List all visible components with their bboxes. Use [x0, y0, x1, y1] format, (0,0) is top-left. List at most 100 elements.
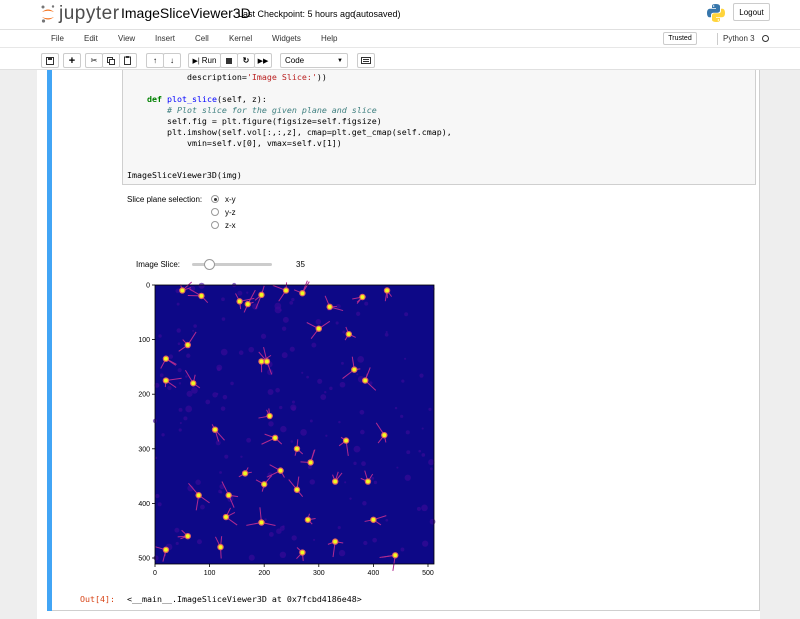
copy-icon: [107, 56, 115, 65]
texture-speck: [360, 429, 365, 435]
bright-cell: [180, 288, 185, 293]
texture-speck: [349, 497, 352, 500]
radio-zx[interactable]: [211, 221, 219, 229]
run-label: Run: [201, 56, 217, 65]
texture-speck: [291, 406, 297, 412]
menu-insert[interactable]: Insert: [155, 34, 175, 43]
texture-speck: [246, 291, 249, 294]
texture-speck: [248, 346, 255, 353]
texture-speck: [373, 480, 378, 485]
texture-speck: [178, 382, 182, 385]
interrupt-button[interactable]: [220, 53, 238, 68]
slice-slider-label: Image Slice:: [136, 260, 181, 269]
restart-button[interactable]: ↻: [237, 53, 255, 68]
texture-speck: [167, 385, 172, 391]
scissors-icon: ✂: [90, 56, 98, 65]
edit-group: ✂: [85, 53, 137, 68]
texture-speck: [192, 329, 195, 332]
move-down-button[interactable]: ↓: [163, 53, 181, 68]
logout-button[interactable]: Logout: [733, 3, 770, 21]
menu-widgets[interactable]: Widgets: [272, 34, 301, 43]
bright-cell: [344, 438, 349, 443]
insert-cell-button[interactable]: +: [63, 53, 81, 68]
copy-button[interactable]: [102, 53, 120, 68]
texture-speck: [179, 421, 182, 425]
menu-kernel[interactable]: Kernel: [229, 34, 252, 43]
bright-cell: [284, 288, 289, 293]
texture-speck: [394, 406, 398, 410]
bright-cell: [223, 515, 228, 520]
trusted-indicator[interactable]: Trusted: [663, 32, 697, 45]
texture-speck: [311, 342, 317, 348]
bright-cell: [191, 381, 196, 386]
restart-run-all-button[interactable]: ▶▶: [254, 53, 272, 68]
bright-cell: [262, 482, 267, 487]
texture-speck: [309, 419, 313, 423]
command-palette-button[interactable]: [357, 53, 375, 68]
code-line: vmin=self.v[0], vmax=self.v[1]): [186, 138, 342, 148]
texture-speck: [320, 394, 327, 400]
texture-speck: [221, 317, 226, 321]
texture-speck: [301, 371, 304, 374]
texture-speck: [268, 532, 274, 537]
menu-file[interactable]: File: [51, 34, 64, 43]
jupyter-logo[interactable]: jupyter: [40, 3, 120, 24]
run-button[interactable]: ▶| Run: [188, 53, 221, 68]
texture-speck: [356, 373, 359, 376]
bright-cell: [264, 359, 269, 364]
texture-speck: [372, 537, 378, 543]
paste-icon: [124, 56, 131, 65]
menu-edit[interactable]: Edit: [84, 34, 98, 43]
texture-speck: [317, 378, 323, 384]
bright-cell: [300, 291, 305, 296]
radio-xy[interactable]: [211, 195, 219, 203]
dropdown-caret-icon: ▼: [337, 57, 343, 64]
cut-button[interactable]: ✂: [85, 53, 103, 68]
code-line: plt.imshow(self.vol[:,:,z], cmap=plt.get…: [166, 127, 452, 137]
texture-speck: [280, 425, 287, 433]
texture-speck: [177, 342, 181, 346]
paste-button[interactable]: [119, 53, 137, 68]
texture-speck: [418, 449, 422, 453]
bright-cell: [278, 468, 283, 473]
menu-help[interactable]: Help: [321, 34, 337, 43]
cell-selection-bar: [47, 70, 52, 611]
slice-slider-handle[interactable]: [204, 259, 215, 270]
texture-speck: [359, 409, 365, 415]
texture-speck: [429, 518, 436, 525]
texture-speck: [267, 389, 274, 395]
move-up-button[interactable]: ↑: [146, 53, 164, 68]
texture-speck: [279, 551, 287, 559]
radio-yz[interactable]: [211, 208, 219, 216]
texture-speck: [268, 421, 274, 427]
texture-speck: [157, 502, 162, 507]
bright-cell: [365, 479, 370, 484]
texture-speck: [401, 379, 405, 383]
bright-cell: [163, 356, 168, 361]
slice-slider-value: 35: [296, 260, 305, 269]
bright-cell: [163, 547, 168, 552]
texture-speck: [176, 328, 181, 333]
code-line: self.fig = plt.figure(figsize=self.figsi…: [166, 116, 382, 126]
bright-cell: [382, 433, 387, 438]
texture-speck: [260, 333, 267, 339]
x-tick-label: 300: [313, 570, 325, 577]
texture-speck: [396, 466, 399, 469]
bright-cell: [346, 332, 351, 337]
bright-cell: [305, 517, 310, 522]
notebook-name[interactable]: ImageSliceViewer3D: [121, 5, 251, 21]
texture-speck: [289, 300, 294, 305]
menu-cell[interactable]: Cell: [195, 34, 209, 43]
menu-view[interactable]: View: [118, 34, 135, 43]
texture-speck: [178, 407, 183, 412]
cell-type-select[interactable]: Code ▼: [280, 53, 348, 68]
bright-cell: [259, 292, 264, 297]
x-tick-label: 200: [258, 570, 270, 577]
texture-speck: [371, 476, 375, 480]
x-tick-label: 400: [368, 570, 380, 577]
save-button[interactable]: [41, 53, 59, 68]
texture-speck: [421, 453, 426, 457]
bright-cell: [199, 293, 204, 298]
insert-group: +: [63, 53, 81, 68]
texture-speck: [291, 297, 295, 302]
